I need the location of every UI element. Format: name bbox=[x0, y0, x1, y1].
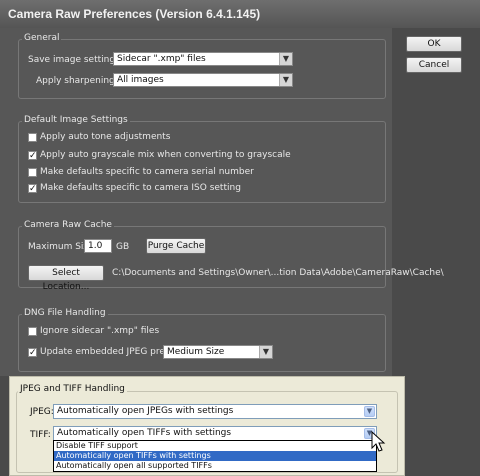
auto-grayscale-checkbox[interactable]: ✓ bbox=[28, 151, 37, 161]
chevron-down-icon: ▼ bbox=[279, 74, 292, 86]
serial-number-checkbox[interactable] bbox=[28, 168, 37, 177]
general-legend: General bbox=[22, 33, 62, 43]
cancel-button[interactable]: Cancel bbox=[406, 57, 462, 73]
window-title: Camera Raw Preferences (Version 6.4.1.14… bbox=[8, 7, 261, 21]
iso-setting-checkbox[interactable]: ✓ bbox=[28, 184, 37, 194]
tiff-handling-select[interactable]: Automatically open TIFFs with settings ▼ bbox=[53, 426, 377, 441]
auto-tone-label: Apply auto tone adjustments bbox=[40, 132, 171, 142]
max-size-unit: GB bbox=[116, 242, 130, 252]
serial-number-label: Make defaults specific to camera serial … bbox=[40, 167, 254, 177]
general-group bbox=[18, 39, 386, 99]
update-previews-checkbox[interactable]: ✓ bbox=[28, 348, 37, 358]
sharpen-select[interactable]: All images ▼ bbox=[113, 73, 293, 87]
jpeg-tiff-legend: JPEG and TIFF Handling bbox=[18, 384, 127, 394]
chevron-down-icon: ▼ bbox=[279, 53, 292, 65]
preferences-dialog: Camera Raw Preferences (Version 6.4.1.14… bbox=[0, 0, 480, 476]
cache-legend: Camera Raw Cache bbox=[22, 220, 114, 230]
iso-setting-label: Make defaults specific to camera ISO set… bbox=[40, 183, 241, 193]
max-size-input[interactable]: 1.0 bbox=[84, 239, 112, 253]
tiff-option[interactable]: Disable TIFF support bbox=[54, 441, 376, 451]
select-location-button[interactable]: Select Location... bbox=[28, 265, 104, 292]
chevron-down-icon: ▼ bbox=[364, 406, 375, 417]
chevron-down-icon: ▼ bbox=[259, 346, 272, 358]
tiff-option[interactable]: Automatically open TIFFs with settings bbox=[54, 451, 376, 461]
ok-button[interactable]: OK bbox=[406, 36, 462, 52]
cache-path: C:\Documents and Settings\Owner\...tion … bbox=[112, 268, 444, 278]
save-settings-select[interactable]: Sidecar ".xmp" files ▼ bbox=[113, 52, 293, 66]
ignore-sidecar-checkbox[interactable] bbox=[28, 327, 37, 336]
jpeg-handling-select[interactable]: Automatically open JPEGs with settings ▼ bbox=[53, 404, 377, 419]
sharpen-value: All images bbox=[117, 75, 164, 85]
save-settings-value: Sidecar ".xmp" files bbox=[117, 54, 206, 64]
ignore-sidecar-label: Ignore sidecar ".xmp" files bbox=[40, 326, 160, 336]
tiff-label: TIFF: bbox=[30, 430, 51, 440]
dng-group bbox=[18, 314, 386, 372]
mouse-cursor-icon bbox=[371, 431, 386, 452]
default-image-legend: Default Image Settings bbox=[22, 115, 130, 125]
auto-grayscale-label: Apply auto grayscale mix when converting… bbox=[40, 150, 291, 160]
tiff-option[interactable]: Automatically open all supported TIFFs bbox=[54, 461, 376, 471]
preview-size-value: Medium Size bbox=[167, 347, 225, 357]
jpeg-handling-value: Automatically open JPEGs with settings bbox=[57, 406, 234, 416]
dng-legend: DNG File Handling bbox=[22, 308, 108, 318]
preview-size-select[interactable]: Medium Size ▼ bbox=[163, 345, 273, 359]
tiff-handling-value: Automatically open TIFFs with settings bbox=[57, 428, 232, 438]
auto-tone-checkbox[interactable] bbox=[28, 133, 37, 142]
tiff-options-list[interactable]: Disable TIFF support Automatically open … bbox=[53, 440, 377, 472]
purge-cache-button[interactable]: Purge Cache bbox=[146, 238, 206, 254]
title-bar[interactable]: Camera Raw Preferences (Version 6.4.1.14… bbox=[0, 0, 480, 28]
jpeg-label: JPEG: bbox=[30, 407, 54, 417]
